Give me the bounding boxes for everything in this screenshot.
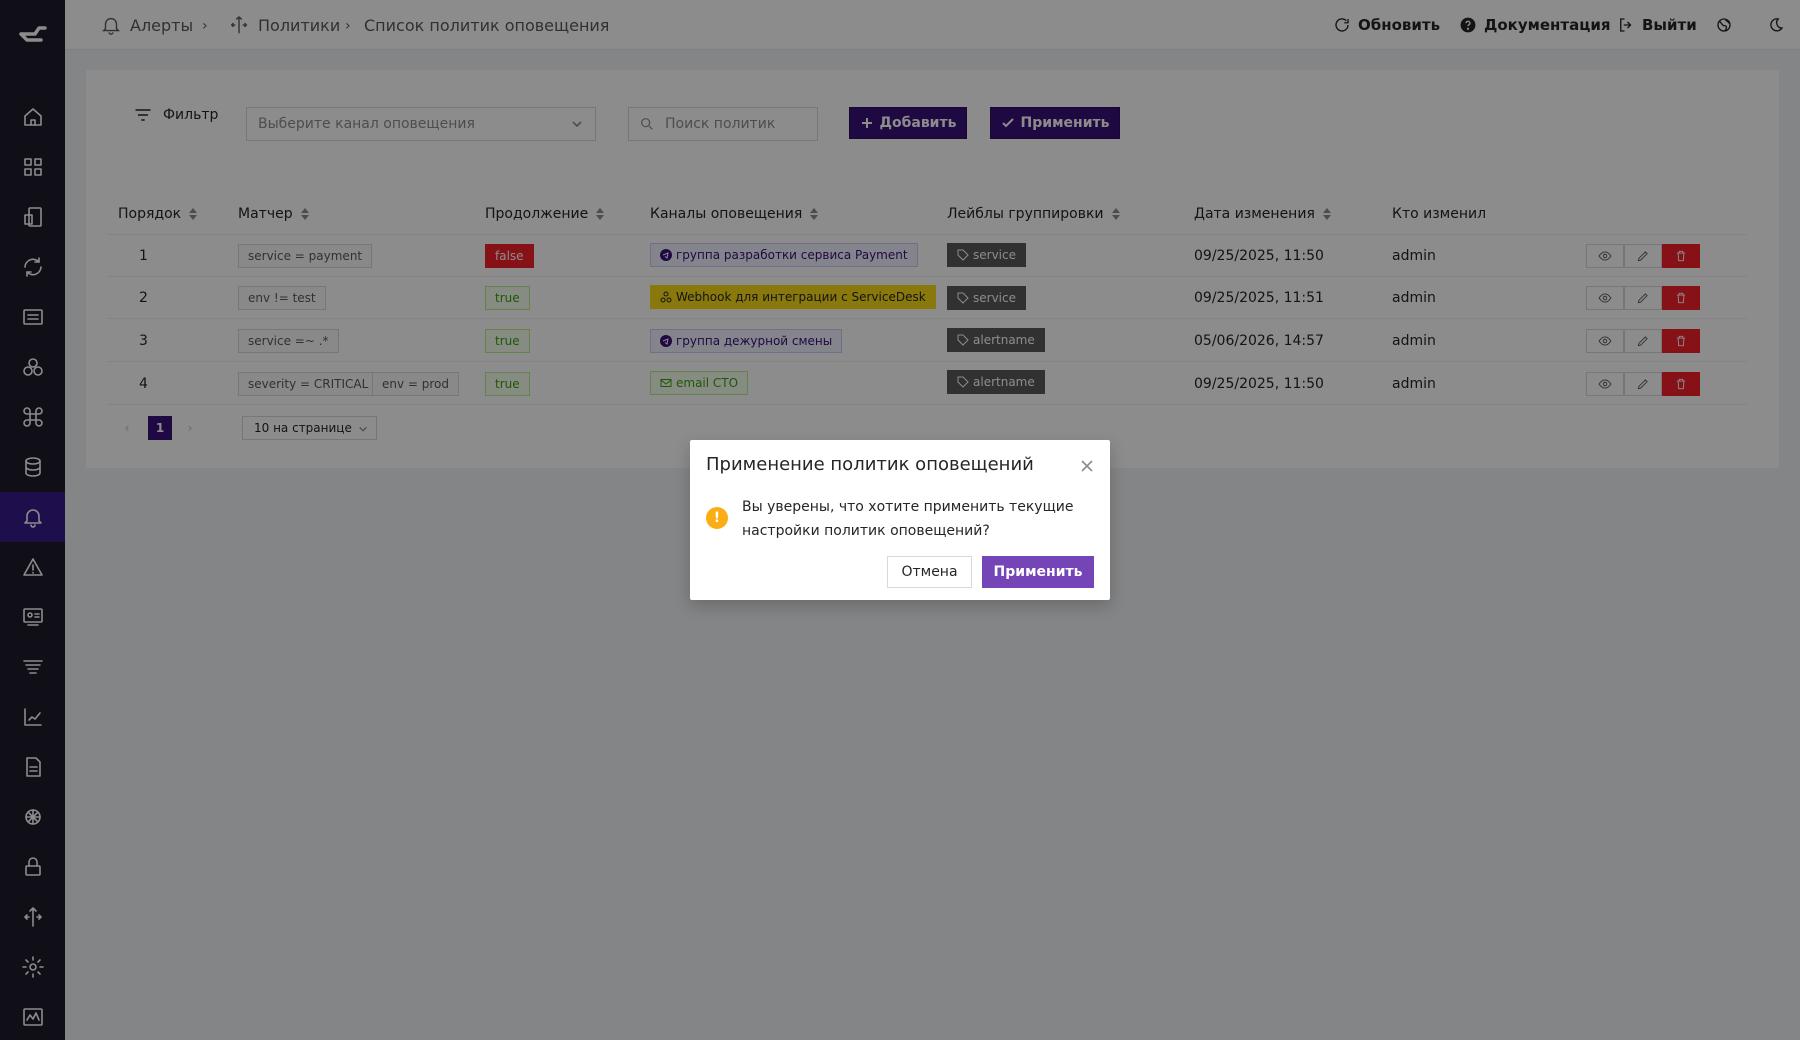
warning-icon: ! bbox=[706, 507, 728, 529]
modal-apply-button[interactable]: Применить bbox=[982, 556, 1094, 588]
modal-close-button[interactable] bbox=[1080, 458, 1094, 472]
modal-title: Применение политик оповещений bbox=[706, 454, 1034, 475]
modal-cancel-button[interactable]: Отмена bbox=[887, 556, 972, 588]
apply-confirm-modal: Применение политик оповещений ! Вы увере… bbox=[690, 440, 1110, 600]
modal-message: Вы уверены, что хотите применить текущие… bbox=[742, 499, 1074, 539]
close-icon bbox=[1081, 460, 1093, 472]
